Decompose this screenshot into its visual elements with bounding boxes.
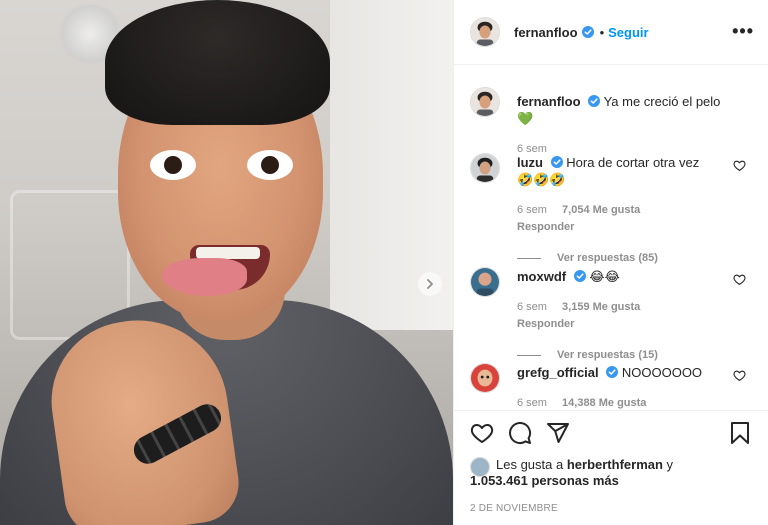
comment-meta: 6 sem 14,388 Me gusta bbox=[517, 395, 722, 410]
green-heart-emoji: 💚 bbox=[517, 111, 534, 126]
comment-text: Hora de cortar otra vez bbox=[566, 155, 700, 170]
verified-badge-icon bbox=[606, 366, 619, 378]
comment-meta: 6 sem 7,054 Me gusta Responder bbox=[517, 202, 722, 236]
comments-list[interactable]: fernanfloo Ya me creció el pelo 💚 6 sem bbox=[454, 65, 768, 410]
heart-icon[interactable] bbox=[470, 421, 494, 445]
comment-text-emoji: 🤣🤣🤣 bbox=[517, 172, 566, 187]
follow-button[interactable]: Seguir bbox=[608, 25, 648, 40]
verified-badge-icon bbox=[573, 270, 586, 282]
liker-username[interactable]: herberthferman bbox=[567, 457, 663, 472]
caption-username[interactable]: fernanfloo bbox=[517, 94, 581, 109]
comment-username[interactable]: grefg_official bbox=[517, 365, 599, 380]
comment-like-heart-icon[interactable] bbox=[733, 273, 746, 286]
verified-badge-icon bbox=[588, 95, 601, 107]
share-icon[interactable] bbox=[546, 421, 570, 445]
comment-likes[interactable]: 3,159 Me gusta bbox=[562, 301, 640, 313]
verified-badge-icon bbox=[581, 26, 594, 38]
comment-text: 😂😂 bbox=[589, 269, 620, 284]
comment-time[interactable]: 6 sem bbox=[517, 301, 547, 313]
comment-likes[interactable]: 7,054 Me gusta bbox=[562, 204, 640, 216]
view-replies-label[interactable]: Ver respuestas (15) bbox=[557, 349, 658, 361]
author-avatar-image bbox=[471, 18, 499, 46]
comment-username[interactable]: luzu bbox=[517, 155, 543, 170]
caption: fernanfloo Ya me creció el pelo 💚 6 sem bbox=[470, 87, 752, 158]
comment-item: moxwdf 😂😂 6 sem 3,159 Me gusta Responder… bbox=[470, 267, 752, 361]
post-date[interactable]: 2 DE NOVIEMBRE bbox=[470, 503, 752, 514]
post-side-panel: fernanfloo • Seguir ••• fernanfloo Ya me… bbox=[453, 0, 768, 525]
post-header: fernanfloo • Seguir ••• bbox=[454, 0, 768, 65]
comment-likes[interactable]: 14,388 Me gusta bbox=[562, 397, 646, 409]
author-avatar-image bbox=[471, 88, 499, 116]
person-eye-right bbox=[247, 150, 293, 180]
view-replies[interactable]: Ver respuestas (85) bbox=[517, 252, 752, 264]
post-photo[interactable] bbox=[0, 0, 453, 525]
caption-text: Ya me creció el pelo bbox=[603, 94, 721, 109]
author-avatar[interactable] bbox=[470, 17, 500, 47]
likes-connector: y bbox=[666, 457, 674, 472]
commenter-avatar[interactable] bbox=[470, 363, 500, 393]
likes-summary: Les gusta a herberthferman y 1.053.461 p… bbox=[470, 457, 752, 489]
likes-prefix: Les gusta a bbox=[496, 457, 564, 472]
action-bar bbox=[470, 411, 752, 455]
next-photo-button[interactable] bbox=[418, 272, 442, 296]
author-avatar[interactable] bbox=[470, 87, 500, 117]
replies-divider-line bbox=[517, 257, 541, 259]
header-separator: • bbox=[599, 24, 605, 40]
reply-button[interactable]: Responder bbox=[517, 318, 574, 330]
comment-icon[interactable] bbox=[508, 421, 532, 445]
replies-divider-line bbox=[517, 354, 541, 356]
view-replies[interactable]: Ver respuestas (15) bbox=[517, 349, 752, 361]
comment-like-heart-icon[interactable] bbox=[733, 159, 746, 172]
bookmark-icon[interactable] bbox=[728, 421, 752, 445]
more-options-button[interactable]: ••• bbox=[732, 22, 754, 40]
likes-count[interactable]: 1.053.461 personas más bbox=[470, 473, 752, 489]
post-actions-section: Les gusta a herberthferman y 1.053.461 p… bbox=[454, 410, 768, 525]
comment-text: NOOOOOOO bbox=[621, 365, 703, 380]
commenter-avatar-image bbox=[471, 268, 499, 296]
person-hair bbox=[105, 0, 330, 125]
comment-item: grefg_official NOOOOOOO 6 sem 14,388 Me … bbox=[470, 363, 752, 410]
comment-item: luzu Hora de cortar otra vez 🤣🤣🤣 6 sem 7… bbox=[470, 153, 752, 264]
liker-avatar[interactable] bbox=[470, 457, 490, 477]
commenter-avatar-image bbox=[471, 154, 499, 182]
commenter-avatar[interactable] bbox=[470, 153, 500, 183]
chevron-right-icon bbox=[427, 279, 433, 289]
person-eye-left bbox=[150, 150, 196, 180]
comment-like-heart-icon[interactable] bbox=[733, 369, 746, 382]
verified-badge-icon bbox=[550, 156, 563, 168]
view-replies-label[interactable]: Ver respuestas (85) bbox=[557, 252, 658, 264]
author-username[interactable]: fernanfloo bbox=[514, 25, 578, 40]
reply-button[interactable]: Responder bbox=[517, 221, 574, 233]
comment-meta: 6 sem 3,159 Me gusta Responder bbox=[517, 299, 722, 333]
comment-time[interactable]: 6 sem bbox=[517, 397, 547, 409]
commenter-avatar-image bbox=[471, 364, 499, 392]
commenter-avatar[interactable] bbox=[470, 267, 500, 297]
comment-username[interactable]: moxwdf bbox=[517, 269, 566, 284]
comment-time[interactable]: 6 sem bbox=[517, 204, 547, 216]
